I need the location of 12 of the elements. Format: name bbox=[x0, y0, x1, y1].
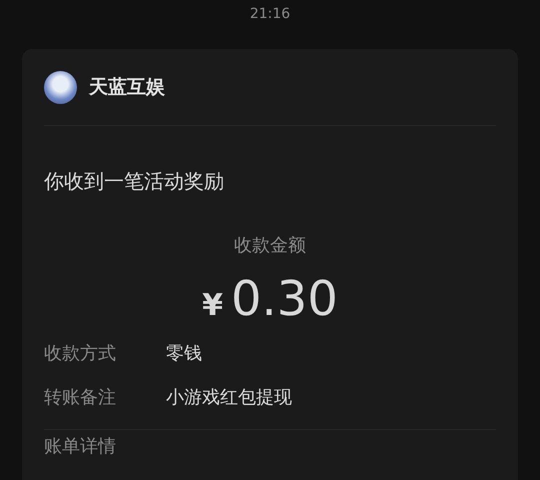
bill-details-link[interactable]: 账单详情 bbox=[44, 436, 116, 457]
time-label: 21:16 bbox=[250, 5, 290, 23]
detail-value: 零钱 bbox=[166, 342, 202, 366]
amount-value: 0.30 bbox=[231, 271, 338, 327]
message-title: 你收到一笔活动奖励 bbox=[44, 168, 225, 195]
currency-symbol: ¥ bbox=[202, 288, 223, 323]
detail-value: 小游戏红包提现 bbox=[166, 386, 292, 410]
sender-name: 天蓝互娱 bbox=[89, 75, 165, 100]
detail-label: 转账备注 bbox=[44, 386, 117, 410]
amount-label: 收款金额 bbox=[233, 234, 307, 257]
detail-label: 收款方式 bbox=[44, 342, 117, 366]
avatar bbox=[44, 70, 77, 104]
